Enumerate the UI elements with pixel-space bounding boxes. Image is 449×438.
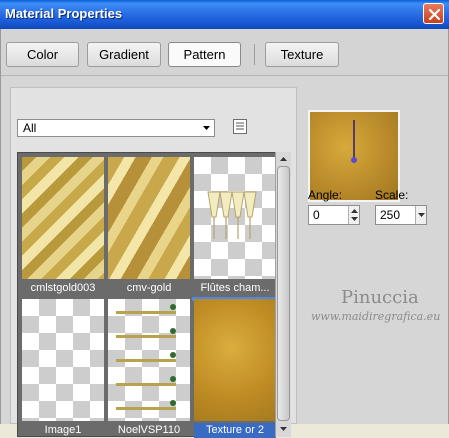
close-icon: [428, 8, 441, 21]
close-button[interactable]: [423, 3, 444, 24]
document-list-icon: [236, 122, 244, 130]
title-bar: Material Properties: [0, 0, 449, 29]
chevron-down-icon: [203, 126, 210, 130]
pattern-thumbnail: [22, 157, 104, 279]
watermark-name: Pinuccia: [341, 287, 419, 308]
pattern-label: cmlstgold003: [30, 282, 96, 294]
tab-pattern[interactable]: Pattern: [168, 42, 241, 67]
category-value: All: [23, 121, 37, 135]
dialog-body: Color Gradient Pattern Texture All cmlst…: [0, 29, 449, 438]
pattern-label: Texture or 2: [194, 423, 276, 438]
chevron-down-icon: [418, 213, 425, 217]
tab-texture[interactable]: Texture: [265, 42, 339, 67]
champagne-glasses-icon: [207, 191, 257, 239]
scroll-up-icon[interactable]: [277, 153, 290, 166]
tab-separator: [254, 44, 255, 65]
angle-indicator-icon: [351, 120, 357, 163]
category-dropdown[interactable]: All: [17, 119, 215, 137]
year-banner-icon: [116, 304, 176, 410]
scale-value: 250: [380, 208, 401, 222]
tab-gradient[interactable]: Gradient: [87, 42, 161, 67]
pattern-label: Flûtes cham...: [200, 282, 270, 294]
angle-spinner[interactable]: [348, 206, 359, 224]
scroll-thumb[interactable]: [277, 166, 290, 421]
angle-label: Angle:: [308, 188, 343, 202]
scale-dropdown-button[interactable]: [415, 206, 426, 224]
pattern-thumbnail: [108, 157, 190, 279]
scale-label: Scale:: [375, 188, 409, 202]
pattern-panel: All cmlstgold003 cmv-gold Flûtes cham...…: [10, 87, 297, 438]
pattern-thumbnail: [194, 299, 276, 421]
pattern-label: NoelVSP110: [117, 424, 181, 436]
tab-bar: Color Gradient Pattern Texture: [1, 29, 448, 76]
angle-input[interactable]: 0: [308, 205, 360, 225]
pattern-grid: cmlstgold003 cmv-gold Flûtes cham... Ima…: [17, 152, 285, 438]
pattern-label: cmv-gold: [126, 282, 172, 294]
watermark-url: www.maidiregrafica.eu: [311, 310, 441, 323]
pattern-thumbnail: [194, 157, 276, 279]
browse-folder-button[interactable]: [233, 119, 247, 134]
spinner-arrows-icon: [351, 209, 358, 221]
pattern-thumbnail: [22, 299, 104, 421]
pattern-thumbnail: [108, 299, 190, 421]
pattern-label: Image1: [44, 424, 82, 436]
pattern-scrollbar[interactable]: [275, 152, 291, 437]
window-title: Material Properties: [5, 6, 123, 21]
angle-value: 0: [313, 208, 320, 222]
scale-input[interactable]: 250: [375, 205, 427, 225]
tab-color[interactable]: Color: [6, 42, 79, 67]
